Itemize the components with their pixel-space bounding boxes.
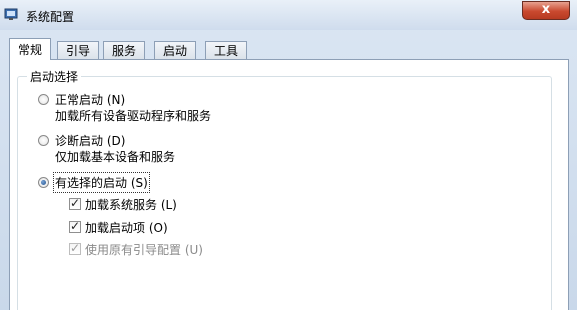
use-original-boot-config-checkbox bbox=[69, 241, 81, 255]
close-button[interactable]: x bbox=[522, 1, 570, 20]
selective-startup-label[interactable]: 有选择的启动 (S) bbox=[53, 172, 150, 193]
tab-strip: 常规 引导 服务 启动 工具 bbox=[9, 38, 569, 60]
tab-tools[interactable]: 工具 bbox=[205, 41, 248, 59]
diagnostic-startup-label[interactable]: 诊断启动 (D) bbox=[55, 132, 125, 149]
normal-startup-description: 加载所有设备驱动程序和服务 bbox=[55, 109, 212, 123]
use-original-boot-config-label: 使用原有引导配置 (U) bbox=[85, 243, 203, 257]
load-startup-items-label[interactable]: 加载启动项 (O) bbox=[85, 219, 168, 236]
diagnostic-startup-description: 仅加载基本设备和服务 bbox=[55, 150, 176, 164]
selective-startup-radio[interactable] bbox=[38, 177, 49, 188]
tab-general[interactable]: 常规 bbox=[9, 38, 52, 60]
close-icon: x bbox=[541, 2, 551, 17]
window-title: 系统配置 bbox=[26, 10, 75, 24]
tab-services[interactable]: 服务 bbox=[103, 41, 146, 59]
system-config-icon bbox=[4, 8, 18, 20]
tab-boot[interactable]: 引导 bbox=[57, 41, 100, 59]
diagnostic-startup-radio[interactable] bbox=[38, 135, 49, 146]
load-system-services-label[interactable]: 加载系统服务 (L) bbox=[85, 196, 177, 213]
load-startup-items-checkbox[interactable] bbox=[69, 219, 81, 233]
startup-selection-legend: 启动选择 bbox=[27, 68, 82, 85]
normal-startup-radio[interactable] bbox=[38, 94, 49, 105]
tab-startup[interactable]: 启动 bbox=[154, 41, 197, 59]
system-config-window: 系统配置 x 常规 引导 服务 启动 工具 启动选择 正常启动 (N) 加载所有… bbox=[0, 0, 577, 310]
title-bar[interactable]: 系统配置 x bbox=[0, 0, 577, 30]
load-system-services-checkbox[interactable] bbox=[69, 196, 81, 210]
normal-startup-label[interactable]: 正常启动 (N) bbox=[55, 91, 125, 108]
